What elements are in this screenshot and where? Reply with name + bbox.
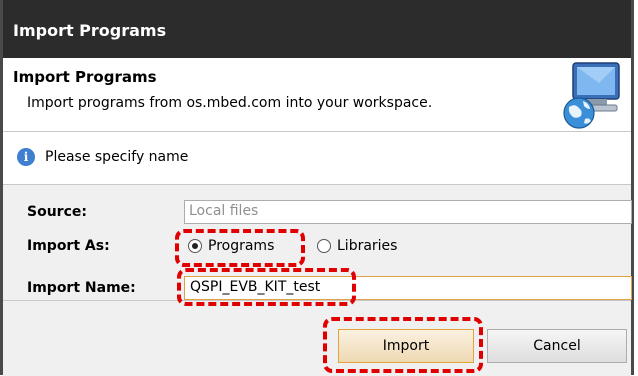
libraries-radio-option[interactable]: Libraries xyxy=(317,234,397,258)
import-name-label: Import Name: xyxy=(27,280,136,296)
window-title: Import Programs xyxy=(13,21,167,40)
source-field[interactable]: Local files xyxy=(184,200,632,224)
window-title-bar[interactable]: Import Programs xyxy=(3,0,631,58)
info-banner: i Please specify name xyxy=(3,132,631,185)
header-description: Import programs from os.mbed.com into yo… xyxy=(27,95,433,111)
source-label: Source: xyxy=(27,204,87,220)
info-icon: i xyxy=(17,148,35,166)
header-title: Import Programs xyxy=(13,68,157,86)
info-message: Please specify name xyxy=(45,149,189,165)
import-programs-dialog: Import Programs Import Programs Import p… xyxy=(0,0,634,376)
import-button[interactable]: Import xyxy=(338,329,474,363)
cancel-button[interactable]: Cancel xyxy=(487,329,627,363)
programs-radio-option[interactable]: Programs xyxy=(188,234,274,258)
computer-globe-icon xyxy=(563,62,620,129)
libraries-radio[interactable] xyxy=(317,239,331,253)
programs-radio[interactable] xyxy=(188,239,202,253)
dialog-header: Import Programs Import programs from os.… xyxy=(3,58,631,132)
programs-radio-label: Programs xyxy=(208,238,275,254)
import-name-field[interactable]: QSPI_EVB_KIT_test xyxy=(184,276,632,300)
libraries-radio-label: Libraries xyxy=(337,238,398,254)
dialog-footer: Import Cancel xyxy=(3,300,631,376)
import-form: Source: Local files Import As: Programs … xyxy=(3,185,632,300)
import-as-label: Import As: xyxy=(27,238,110,254)
